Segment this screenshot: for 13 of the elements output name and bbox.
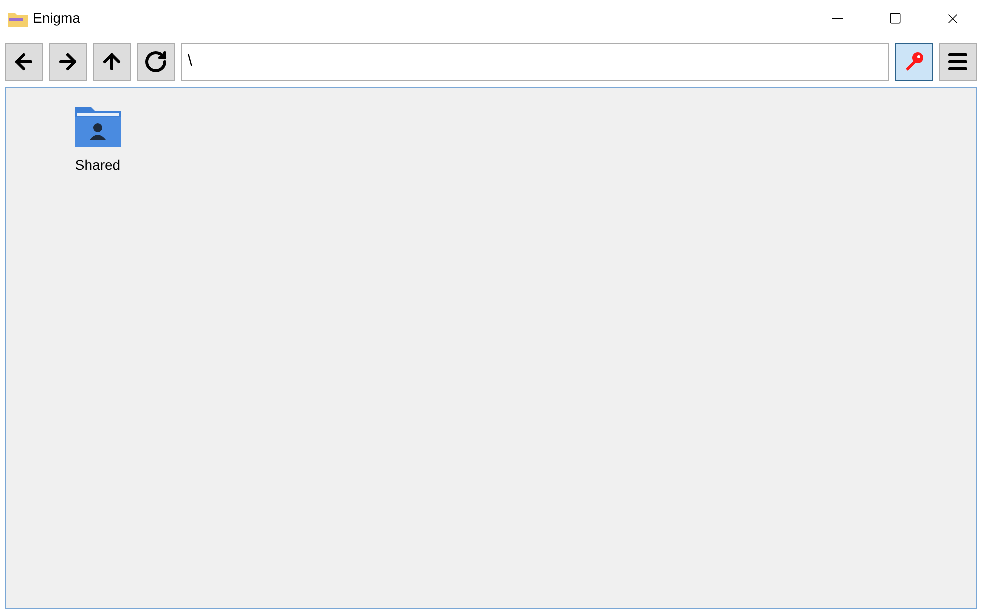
refresh-icon (144, 50, 168, 74)
folder-label[interactable]: Shared (75, 155, 121, 176)
window-title: Enigma (33, 9, 80, 28)
minimize-icon (832, 18, 842, 20)
key-button[interactable] (895, 43, 933, 81)
back-button[interactable] (5, 43, 43, 81)
folder-icon (8, 10, 28, 26)
menu-button[interactable] (939, 43, 977, 81)
address-field[interactable]: \ (181, 43, 889, 81)
up-button[interactable] (93, 43, 131, 81)
forward-button[interactable] (49, 43, 87, 81)
refresh-button[interactable] (137, 43, 175, 81)
maximize-icon (888, 12, 902, 25)
